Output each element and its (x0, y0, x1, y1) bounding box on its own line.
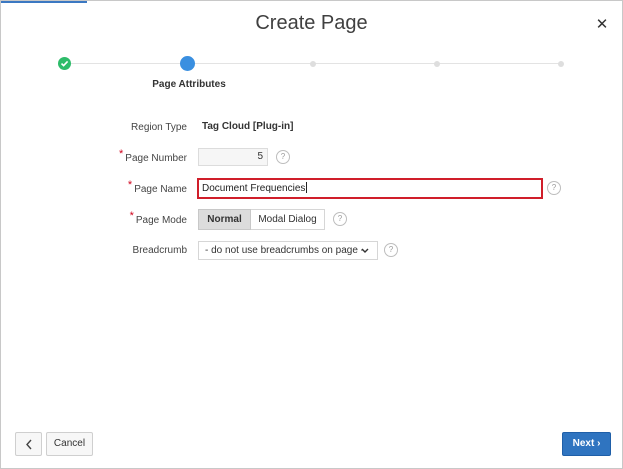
wizard-step-pending (558, 61, 564, 67)
help-icon[interactable]: ? (276, 150, 290, 164)
create-page-dialog: Create Page ✕ Page Attributes Region Typ… (0, 0, 623, 469)
dialog-title: Create Page (255, 12, 368, 34)
wizard-step-label: Page Attributes (152, 79, 226, 90)
page-name-label-text: Page Name (134, 184, 187, 195)
page-number-label-text: Page Number (125, 153, 187, 164)
page-name-input[interactable]: Document Frequencies (197, 178, 543, 199)
help-icon[interactable]: ? (384, 243, 398, 257)
page-number-label: * Page Number (1, 148, 187, 164)
chevron-down-icon (361, 248, 369, 253)
next-button[interactable]: Next › (562, 432, 611, 456)
accent-strip (1, 1, 87, 3)
breadcrumb-label: Breadcrumb (132, 245, 187, 256)
breadcrumb-select-value: - do not use breadcrumbs on page - (205, 245, 364, 256)
wizard-step-pending (434, 61, 440, 67)
wizard-step-complete (58, 57, 71, 70)
page-mode-label-text: Page Mode (135, 215, 187, 226)
breadcrumb-select[interactable]: - do not use breadcrumbs on page - (198, 241, 378, 260)
check-icon (60, 60, 69, 67)
wizard-step-current (180, 56, 195, 71)
required-marker: * (127, 179, 133, 191)
back-button[interactable] (15, 432, 42, 456)
page-name-label: * Page Name (1, 179, 187, 195)
next-button-label: Next (572, 438, 595, 449)
page-mode-label: * Page Mode (1, 210, 187, 226)
cancel-button[interactable]: Cancel (46, 432, 93, 456)
page-name-value: Document Frequencies (202, 183, 306, 194)
required-marker: * (129, 210, 134, 222)
region-type-label: Region Type (131, 122, 187, 133)
chevron-right-icon: › (597, 438, 601, 449)
help-icon[interactable]: ? (333, 212, 347, 226)
page-mode-normal-option[interactable]: Normal (198, 209, 251, 230)
chevron-left-icon (26, 439, 32, 450)
region-type-value: Tag Cloud [Plug-in] (202, 121, 294, 132)
page-mode-modal-dialog-option[interactable]: Modal Dialog (251, 209, 325, 230)
required-marker: * (119, 148, 124, 160)
wizard-step-pending (310, 61, 316, 67)
text-caret (306, 182, 308, 193)
help-icon[interactable]: ? (547, 181, 561, 195)
page-number-input[interactable]: 5 (198, 148, 268, 166)
close-icon[interactable]: ✕ (593, 16, 611, 34)
